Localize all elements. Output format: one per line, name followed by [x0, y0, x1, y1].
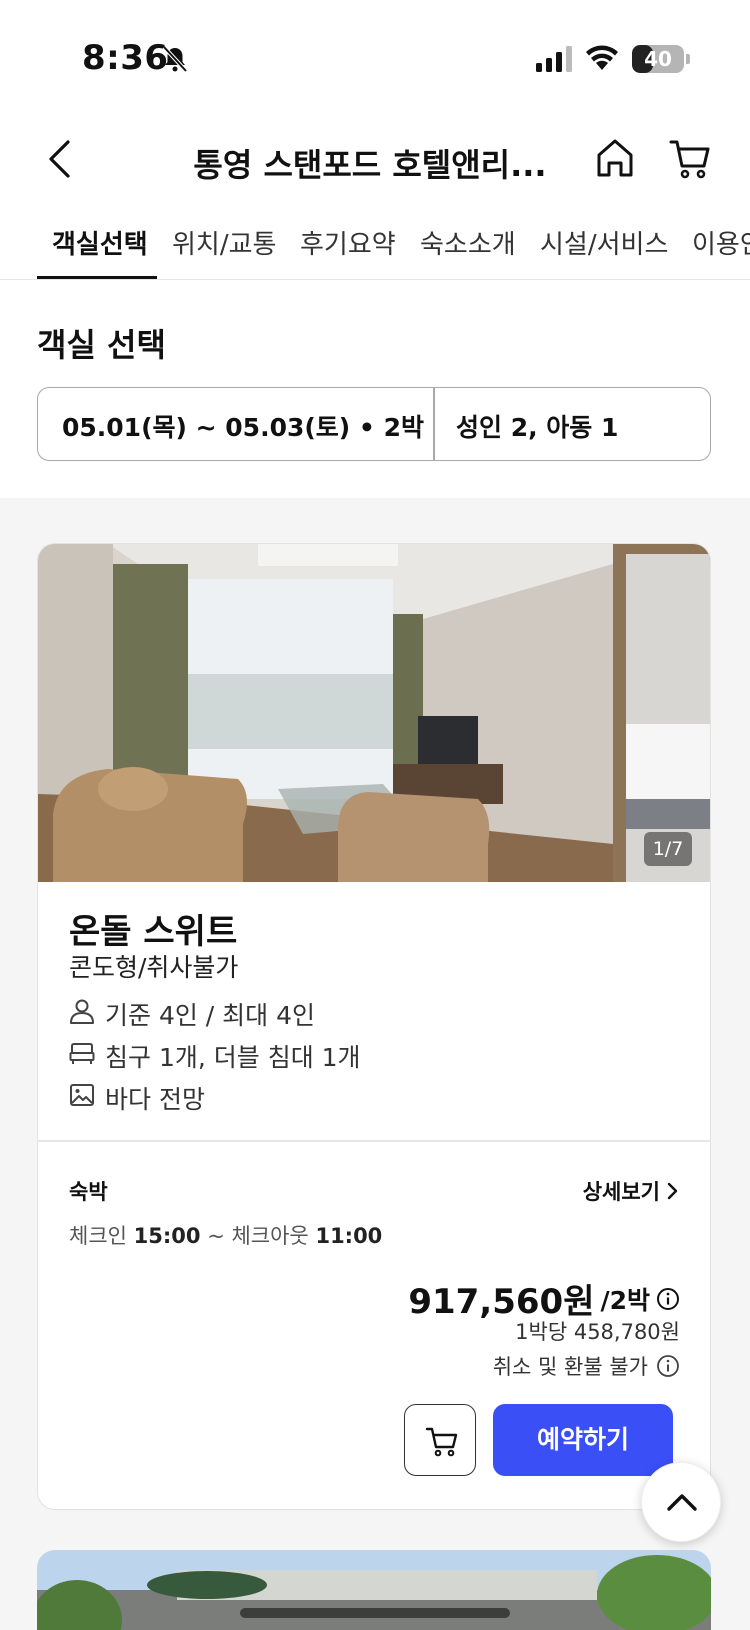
- tab-facilities[interactable]: 시설/서비스: [540, 224, 668, 279]
- chevron-right-icon: [667, 1182, 678, 1200]
- date-range-selector[interactable]: 05.01(목) ~ 05.03(토) • 2박: [62, 408, 424, 444]
- cancel-policy-row: 취소 및 환불 불가: [493, 1351, 680, 1381]
- cart-icon[interactable]: [668, 136, 712, 180]
- view-text: 바다 전망: [105, 1085, 205, 1114]
- home-indicator: [240, 1608, 510, 1618]
- scroll-to-top-button[interactable]: [641, 1462, 721, 1542]
- price-unit: /2박: [600, 1285, 650, 1315]
- search-filter: 05.01(목) ~ 05.03(토) • 2박 성인 2, 아동 1: [37, 387, 711, 461]
- tab-property-intro[interactable]: 숙소소개: [420, 224, 516, 279]
- active-tab-indicator: [37, 276, 157, 279]
- capacity-text: 기준 4인 / 최대 4인: [105, 1001, 316, 1030]
- bell-muted-icon: [162, 45, 188, 73]
- person-icon: [70, 999, 94, 1024]
- price-info-icon[interactable]: [656, 1287, 680, 1311]
- cancel-info-icon[interactable]: [656, 1354, 680, 1378]
- top-header: 통영 스탠포드 호텔앤리...: [0, 120, 750, 200]
- checkout-time: 11:00: [315, 1224, 383, 1248]
- filter-divider: [433, 388, 435, 460]
- card-divider: [38, 1140, 710, 1142]
- checkin-label: 체크인: [69, 1224, 127, 1248]
- status-bar: 8:36 40: [0, 0, 750, 120]
- bed-icon: [69, 1043, 95, 1064]
- checkout-label: ~ 체크아웃: [207, 1224, 309, 1248]
- per-night-price: 1박당 458,780원: [515, 1320, 680, 1344]
- room-photo[interactable]: [38, 544, 711, 882]
- room-card: 1/7 온돌 스위트 콘도형/취사불가 기준 4인 / 최대 4인 침구 1개,…: [37, 543, 711, 1510]
- cellular-signal-icon: [536, 46, 572, 72]
- tab-usage-guide[interactable]: 이용안내: [692, 224, 750, 279]
- detail-link-label: 상세보기: [582, 1180, 660, 1204]
- tab-review-summary[interactable]: 후기요약: [300, 224, 396, 279]
- back-arrow-icon[interactable]: [44, 138, 76, 180]
- checkin-checkout-times: 체크인 15:00 ~ 체크아웃 11:00: [69, 1220, 382, 1250]
- cart-icon: [425, 1427, 458, 1457]
- guest-selector[interactable]: 성인 2, 아동 1: [456, 408, 618, 444]
- chevron-up-icon: [667, 1494, 697, 1511]
- cancel-policy-text: 취소 및 환불 불가: [492, 1355, 648, 1379]
- battery-nub: [686, 54, 690, 64]
- room-type: 콘도형/취사불가: [69, 953, 239, 982]
- page-title: 통영 스탠포드 호텔앤리...: [193, 146, 547, 184]
- tab-room-select[interactable]: 객실선택: [52, 224, 148, 279]
- tab-location[interactable]: 위치/교통: [172, 224, 276, 279]
- detail-view-link[interactable]: 상세보기: [583, 1176, 680, 1206]
- stay-type-label: 숙박: [69, 1180, 108, 1204]
- checkin-time: 15:00: [133, 1224, 201, 1248]
- home-icon[interactable]: [594, 136, 636, 180]
- battery-indicator: 40: [632, 45, 684, 73]
- tab-bar: 객실선택 위치/교통 후기요약 숙소소개 시설/서비스 이용안내: [0, 214, 750, 280]
- battery-level: 40: [644, 47, 672, 71]
- photo-counter: 1/7: [644, 832, 692, 866]
- add-to-cart-button[interactable]: [404, 1404, 476, 1476]
- landscape-image-icon: [70, 1084, 94, 1106]
- room-name: 온돌 스위트: [69, 912, 238, 952]
- wifi-icon: [586, 45, 618, 70]
- bed-text: 침구 1개, 더블 침대 1개: [105, 1043, 361, 1072]
- status-time: 8:36: [82, 38, 169, 78]
- next-room-photo[interactable]: [37, 1550, 711, 1630]
- section-title: 객실 선택: [37, 326, 166, 364]
